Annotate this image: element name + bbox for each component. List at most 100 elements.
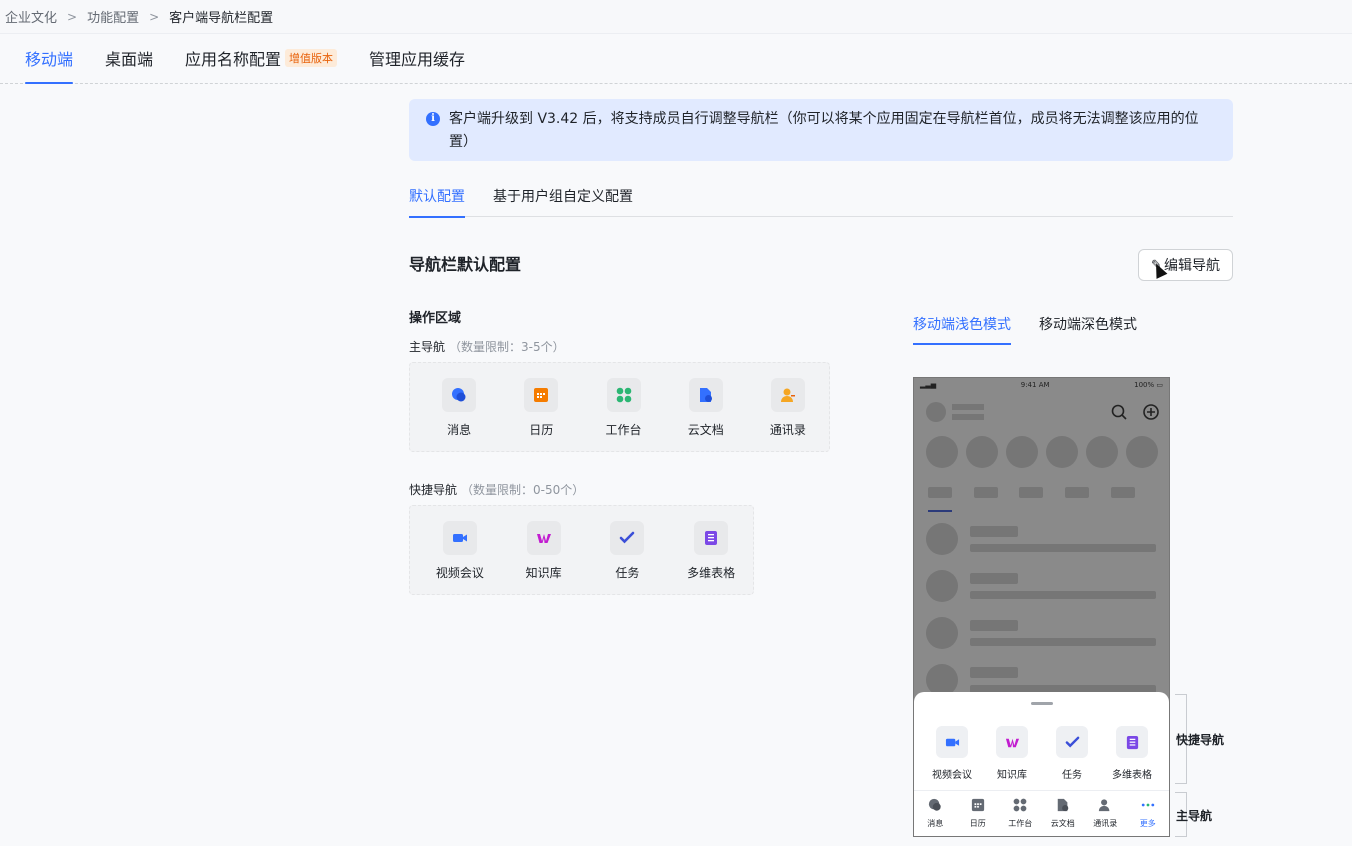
tab-usergroup-config[interactable]: 基于用户组自定义配置 <box>493 183 633 217</box>
wiki-icon <box>526 521 561 555</box>
placeholder-tab <box>1065 487 1089 498</box>
status-battery: 100% <box>1134 381 1155 389</box>
breadcrumb-item-culture[interactable]: 企业文化 <box>5 7 57 26</box>
contacts-icon <box>770 378 805 412</box>
item-label: 日历 <box>529 423 554 437</box>
placeholder-circle <box>966 436 998 468</box>
main-nav-preview-label: 主导航 <box>1176 809 1213 823</box>
chevron-right-icon: > <box>149 9 160 24</box>
tab-light-mode[interactable]: 移动端浅色模式 <box>913 311 1011 345</box>
preview-quick-item-video: 视频会议 <box>922 726 982 781</box>
preview-quick-label: 任务 <box>1062 770 1082 781</box>
tab-app-name-config[interactable]: 应用名称配置 增值版本 <box>185 33 338 83</box>
main-nav-item-workplace[interactable]: 工作台 <box>582 363 664 451</box>
main-nav-item-message[interactable]: 消息 <box>418 363 500 451</box>
placeholder-text <box>952 414 984 420</box>
quick-nav-preview-label: 快捷导航 <box>1176 733 1225 747</box>
placeholder-text <box>970 544 1156 552</box>
alert-text: 客户端升级到 V3.42 后，将支持成员自行调整导航栏（你可以将某个应用固定在导… <box>449 111 1199 150</box>
video-meeting-icon <box>936 726 968 758</box>
item-label: 任务 <box>615 566 640 580</box>
battery-icon: 100% ▭ <box>1134 381 1163 389</box>
placeholder-text <box>970 638 1156 646</box>
preview-tab-message: 消息 <box>914 791 957 836</box>
main-nav-item-contacts[interactable]: 通讯录 <box>747 363 829 451</box>
preview-tab-workplace: 工作台 <box>999 791 1042 836</box>
placeholder-list-avatar <box>926 617 958 649</box>
preview-tab-label: 云文档 <box>1050 819 1075 828</box>
quick-nav-item-wiki[interactable]: 知识库 <box>502 506 586 594</box>
task-icon <box>1056 726 1088 758</box>
placeholder-tab <box>1111 487 1135 498</box>
preview-quick-item-bitable: 多维表格 <box>1102 726 1162 781</box>
placeholder-circle <box>1126 436 1158 468</box>
preview-tab-more: 更多 <box>1127 791 1170 836</box>
tab-dark-mode[interactable]: 移动端深色模式 <box>1039 311 1137 345</box>
item-label: 消息 <box>447 423 472 437</box>
tab-label: 桌面端 <box>105 50 154 69</box>
breadcrumb-item-feature-config[interactable]: 功能配置 <box>87 7 139 26</box>
breadcrumb-item-current: 客户端导航栏配置 <box>169 11 274 26</box>
tab-mobile[interactable]: 移动端 <box>25 33 74 84</box>
cloud-docs-icon <box>688 378 723 412</box>
preview-quick-label: 多维表格 <box>1112 770 1152 781</box>
main-nav-item-cloud-docs[interactable]: 云文档 <box>665 363 747 451</box>
bitable-icon <box>694 521 729 555</box>
quick-nav-limit: （数量限制：0-50个） <box>461 483 585 497</box>
preview-quick-label: 视频会议 <box>932 770 972 781</box>
tab-desktop[interactable]: 桌面端 <box>105 33 153 83</box>
placeholder-circle <box>1086 436 1118 468</box>
preview-tabbar: 消息 日历 工作台 云文档 通讯录 更多 <box>914 790 1170 836</box>
quick-nav-title: 快捷导航 <box>409 483 458 497</box>
preview-tabs: 移动端浅色模式 移动端深色模式 <box>913 311 1165 345</box>
calendar-icon <box>524 378 559 412</box>
status-time: 9:41 AM <box>1020 381 1050 389</box>
quick-nav-row: 视频会议 知识库 任务 多维表格 <box>922 726 1162 781</box>
preview-tab-contacts: 通讯录 <box>1084 791 1127 836</box>
config-sub-tabs: 默认配置 基于用户组自定义配置 <box>409 183 1233 218</box>
signal-icon: ▂▃▅ <box>920 381 937 389</box>
video-meeting-icon <box>442 521 477 555</box>
preview-quick-item-wiki: 知识库 <box>982 726 1042 781</box>
top-tabs: 移动端 桌面端 应用名称配置 增值版本 管理应用缓存 <box>0 34 1352 84</box>
item-label: 视频会议 <box>435 566 484 580</box>
main-nav-limit: （数量限制：3-5个） <box>449 340 565 354</box>
sheet-handle <box>1031 702 1053 705</box>
more-dots-icon <box>1141 798 1155 812</box>
placeholder-tab <box>1019 487 1043 498</box>
item-label: 通讯录 <box>769 423 806 437</box>
quick-nav-item-video[interactable]: 视频会议 <box>418 506 502 594</box>
quick-nav-sheet: 视频会议 知识库 任务 多维表格 <box>914 692 1169 790</box>
phone-preview: ▂▃▅ 9:41 AM 100% ▭ 视频会议 知识库 任务 多维表格 消息 日… <box>913 377 1170 837</box>
breadcrumb: 企业文化 > 功能配置 > 客户端导航栏配置 <box>0 0 1352 34</box>
tab-default-config[interactable]: 默认配置 <box>409 183 465 218</box>
preview-quick-label: 知识库 <box>997 770 1027 781</box>
placeholder-avatar <box>926 402 946 422</box>
quick-nav-item-task[interactable]: 任务 <box>586 506 670 594</box>
item-label: 云文档 <box>687 423 724 437</box>
info-icon: i <box>426 112 440 126</box>
placeholder-circle <box>1046 436 1078 468</box>
item-label: 工作台 <box>605 423 642 437</box>
tab-label: 应用名称配置 <box>185 50 282 69</box>
message-icon <box>928 798 942 812</box>
cloud-docs-icon <box>1056 798 1070 812</box>
edit-nav-label: 编辑导航 <box>1163 258 1220 274</box>
placeholder-text <box>970 620 1018 631</box>
task-icon <box>610 521 645 555</box>
preview-quick-item-task: 任务 <box>1042 726 1102 781</box>
preview-tab-label: 消息 <box>927 819 944 828</box>
placeholder-tab-underline <box>928 510 952 512</box>
quick-nav-item-bitable[interactable]: 多维表格 <box>669 506 753 594</box>
preview-tab-calendar: 日历 <box>957 791 1000 836</box>
wiki-icon <box>996 726 1028 758</box>
placeholder-list-avatar <box>926 523 958 555</box>
calendar-icon <box>971 798 985 812</box>
main-nav-item-calendar[interactable]: 日历 <box>500 363 582 451</box>
plus-circle-icon <box>1143 404 1159 420</box>
preview-tab-label: 工作台 <box>1008 819 1033 828</box>
workplace-icon <box>606 378 641 412</box>
main-nav-label: 主导航 （数量限制：3-5个） <box>409 338 565 355</box>
workplace-icon <box>1013 798 1027 812</box>
tab-manage-cache[interactable]: 管理应用缓存 <box>369 33 465 83</box>
